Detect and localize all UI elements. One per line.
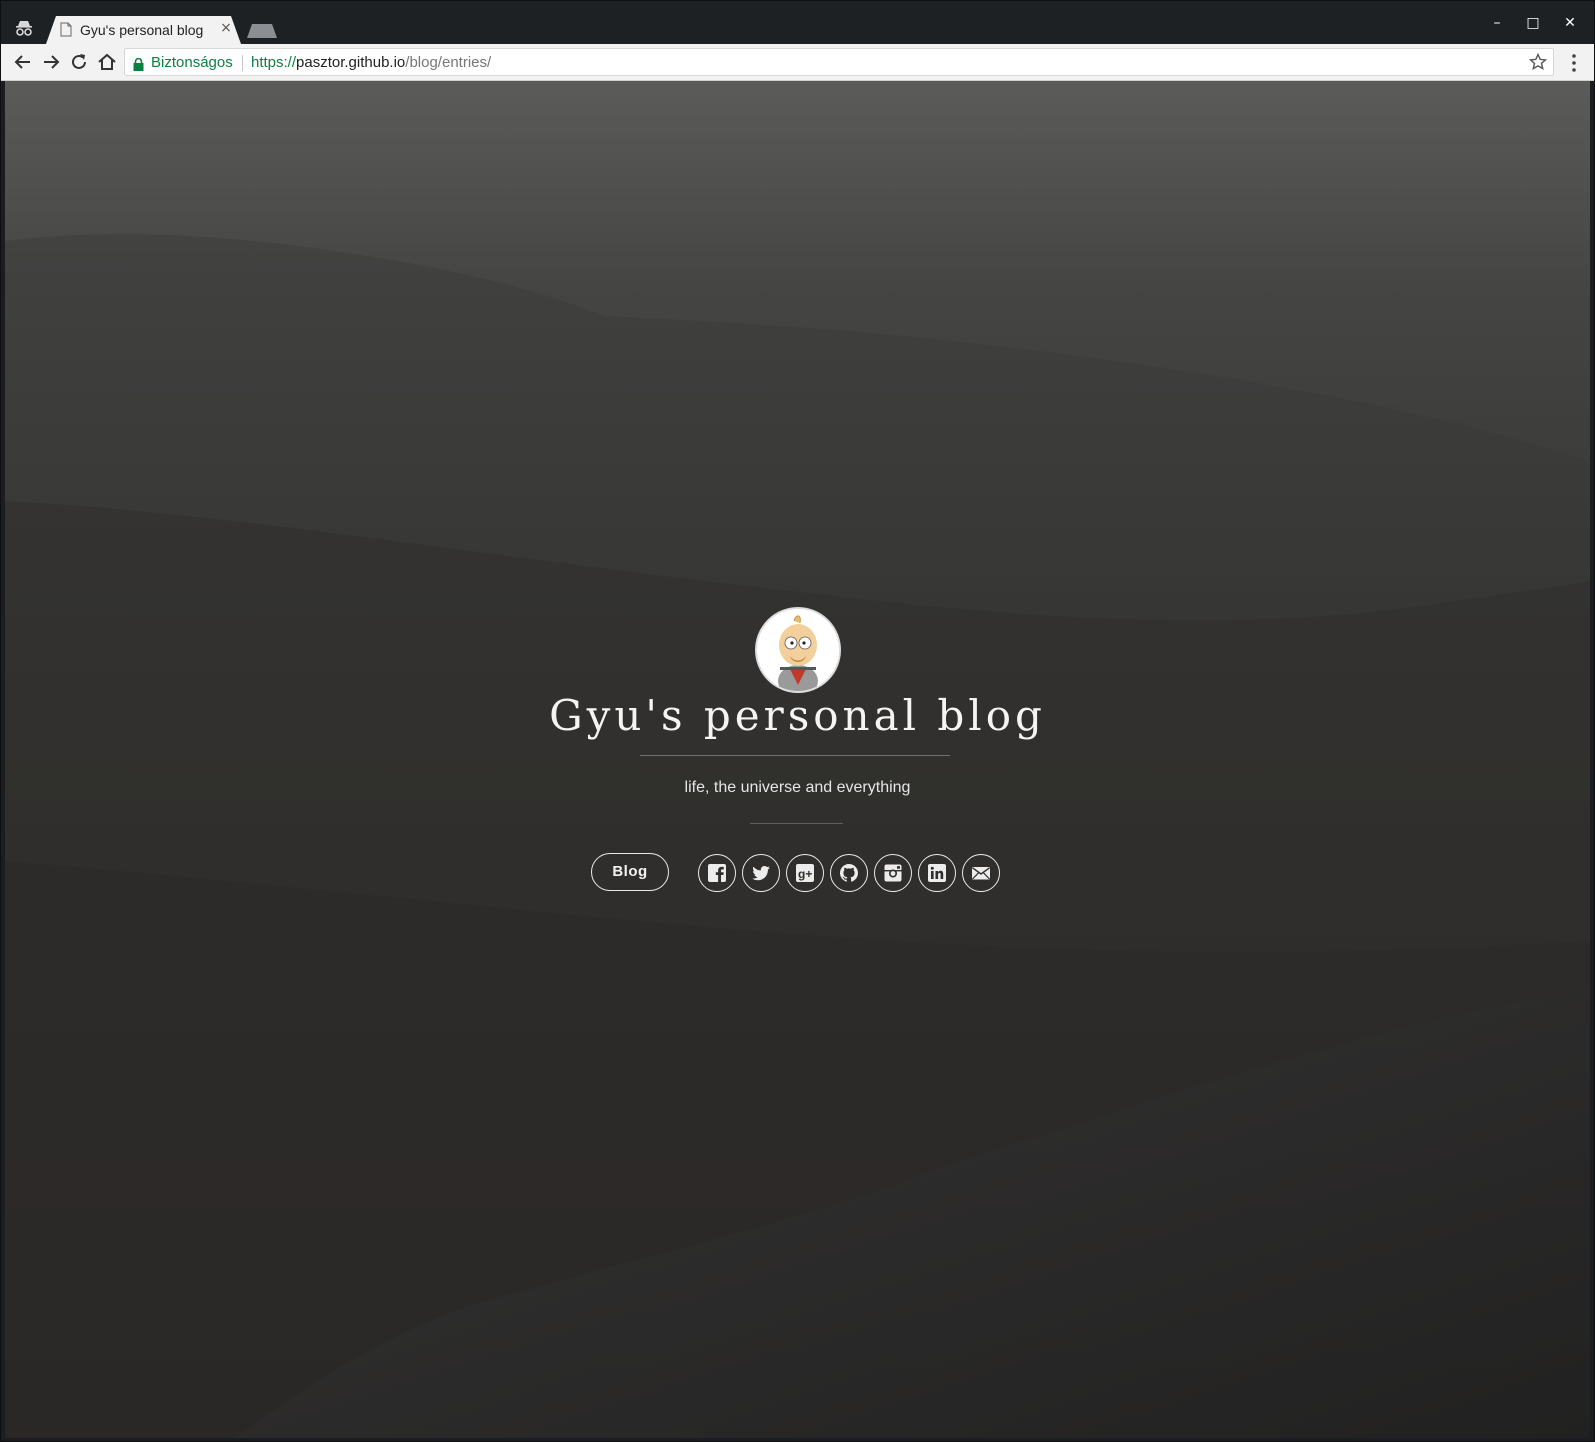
- svg-text:g+: g+: [798, 867, 812, 881]
- url-text[interactable]: https://pasztor.github.io/blog/entries/: [251, 54, 491, 71]
- divider: [640, 755, 950, 756]
- facebook-icon: [708, 864, 726, 882]
- linkedin-icon: [928, 864, 946, 882]
- new-tab-button[interactable]: [247, 24, 277, 38]
- back-icon[interactable]: [11, 50, 35, 74]
- maximize-button[interactable]: □: [1518, 12, 1548, 34]
- hero-section: Gyu's personal blog life, the universe a…: [5, 81, 1590, 1438]
- browser-window: Gyu's personal blog × – □ ✕ Biztonságos …: [0, 0, 1595, 1442]
- tab-title: Gyu's personal blog: [80, 22, 204, 38]
- facebook-link[interactable]: [698, 854, 736, 892]
- email-icon: [972, 867, 990, 880]
- tab-strip: Gyu's personal blog × – □ ✕: [0, 0, 1595, 44]
- url-path: /blog/entries/: [405, 54, 492, 71]
- twitter-icon: [752, 865, 770, 881]
- page-title: Gyu's personal blog: [549, 691, 1046, 740]
- instagram-icon: [884, 864, 902, 882]
- tagline: life, the universe and everything: [684, 779, 911, 796]
- minimize-button[interactable]: –: [1482, 12, 1512, 34]
- star-icon[interactable]: [1528, 52, 1548, 71]
- divider: [750, 823, 843, 824]
- page-icon: [60, 22, 72, 37]
- email-link[interactable]: [962, 854, 1000, 892]
- avatar[interactable]: [755, 607, 841, 693]
- url-scheme: https://: [251, 54, 297, 71]
- incognito-icon: [14, 18, 34, 38]
- forward-icon[interactable]: [39, 50, 63, 74]
- address-bar[interactable]: Biztonságos https://pasztor.github.io/bl…: [124, 48, 1554, 76]
- security-label: Biztonságos: [151, 54, 233, 71]
- github-icon: [840, 864, 858, 882]
- tab-close-icon[interactable]: ×: [218, 20, 234, 38]
- tab-active[interactable]: Gyu's personal blog ×: [46, 16, 241, 44]
- google-plus-icon: g+: [796, 864, 814, 882]
- reload-icon[interactable]: [67, 50, 91, 74]
- github-link[interactable]: [830, 854, 868, 892]
- menu-icon[interactable]: [1566, 52, 1582, 74]
- blog-button[interactable]: Blog: [591, 853, 669, 891]
- linkedin-link[interactable]: [918, 854, 956, 892]
- close-window-button[interactable]: ✕: [1555, 12, 1585, 34]
- page-viewport: Gyu's personal blog life, the universe a…: [5, 81, 1590, 1438]
- url-host: pasztor.github.io: [296, 54, 406, 71]
- instagram-link[interactable]: [874, 854, 912, 892]
- google-plus-link[interactable]: g+: [786, 854, 824, 892]
- lock-icon: [133, 56, 144, 71]
- home-icon[interactable]: [95, 50, 119, 74]
- twitter-link[interactable]: [742, 854, 780, 892]
- omnibox-separator: [242, 55, 243, 71]
- browser-toolbar: Biztonságos https://pasztor.github.io/bl…: [0, 44, 1595, 81]
